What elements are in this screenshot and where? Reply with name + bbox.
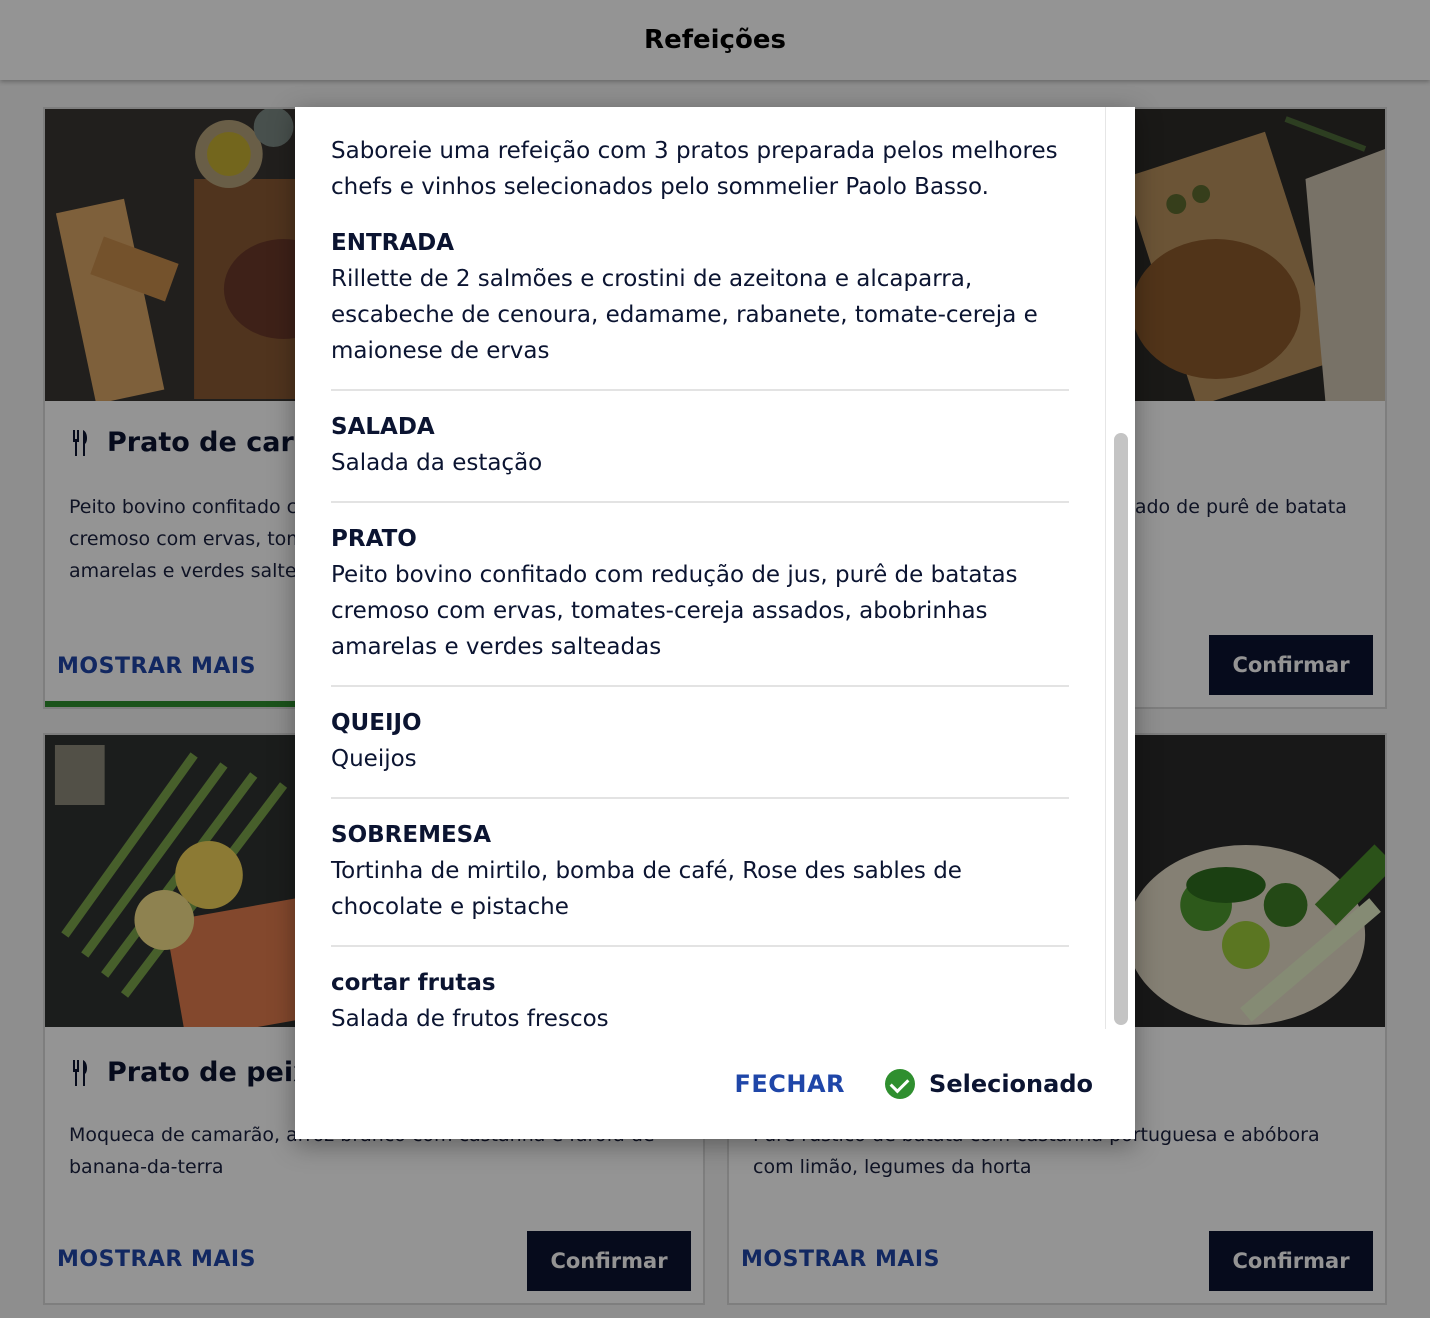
course-text: Tortinha de mirtilo, bomba de café, Rose… bbox=[331, 858, 962, 920]
course-text: Salada de frutos frescos bbox=[331, 1006, 609, 1029]
course-section: PRATO Peito bovino confitado com redução… bbox=[331, 523, 1069, 687]
course-section: cortar frutas Salada de frutos frescos bbox=[331, 967, 1069, 1029]
meal-details-modal: Saboreie uma refeição com 3 pratos prepa… bbox=[295, 107, 1135, 1139]
course-section: QUEIJO Queijos bbox=[331, 707, 1069, 799]
modal-intro: Saboreie uma refeição com 3 pratos prepa… bbox=[331, 138, 1058, 200]
check-circle-icon bbox=[885, 1069, 916, 1099]
close-button[interactable]: FECHAR bbox=[734, 1070, 845, 1098]
course-name: ENTRADA bbox=[331, 230, 455, 256]
course-name: SALADA bbox=[331, 414, 435, 440]
course-section: SALADA Salada da estação bbox=[331, 411, 1069, 503]
course-text: Salada da estação bbox=[331, 450, 543, 476]
modal-scroll-area[interactable]: Saboreie uma refeição com 3 pratos prepa… bbox=[295, 107, 1105, 1029]
course-section: SOBREMESA Tortinha de mirtilo, bomba de … bbox=[331, 819, 1069, 947]
course-text: Peito bovino confitado com redução de ju… bbox=[331, 562, 1018, 660]
course-name: cortar frutas bbox=[331, 970, 496, 996]
modal-scrollbar-thumb[interactable] bbox=[1114, 433, 1128, 1025]
course-text: Queijos bbox=[331, 746, 417, 772]
selected-label: Selecionado bbox=[929, 1070, 1093, 1098]
course-text: Rillette de 2 salmões e crostini de azei… bbox=[331, 266, 1038, 364]
course-name: QUEIJO bbox=[331, 710, 422, 736]
modal-scrollbar[interactable] bbox=[1105, 107, 1135, 1029]
course-section: ENTRADA Rillette de 2 salmões e crostini… bbox=[331, 227, 1069, 391]
modal-actions: FECHAR Selecionado bbox=[295, 1029, 1135, 1139]
selected-status: Selecionado bbox=[885, 1069, 1093, 1099]
course-name: SOBREMESA bbox=[331, 822, 492, 848]
course-name: PRATO bbox=[331, 526, 417, 552]
